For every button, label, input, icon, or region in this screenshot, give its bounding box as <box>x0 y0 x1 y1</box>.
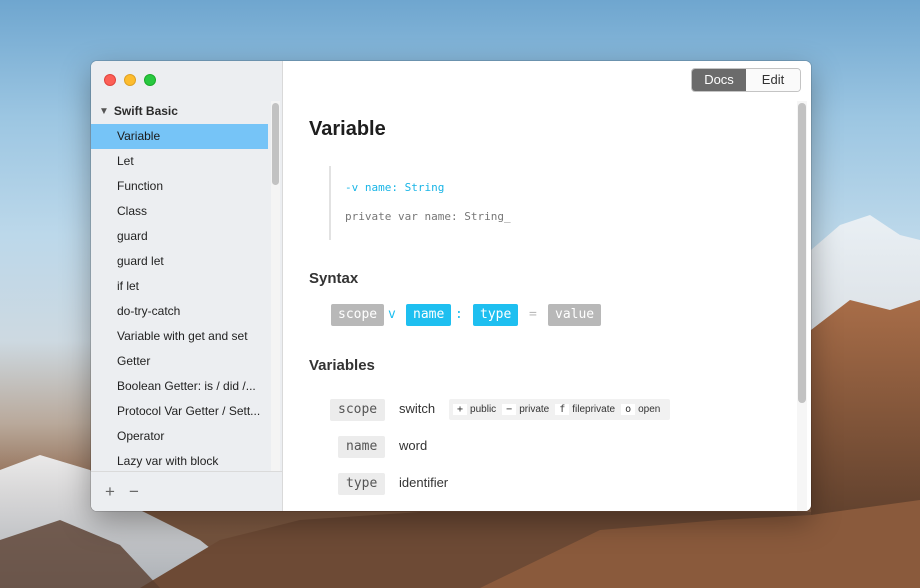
switch-label: private <box>519 404 550 415</box>
sidebar: ▼ Swift Basic Variable Let Function Clas… <box>91 61 283 511</box>
disclosure-triangle-icon[interactable]: ▼ <box>99 106 109 117</box>
code-abbreviation: -v name: String <box>345 181 445 194</box>
window-controls <box>104 74 156 86</box>
sidebar-group-title: Swift Basic <box>113 104 178 118</box>
view-mode-segmented-control: Docs Edit <box>691 68 801 92</box>
main-scrollbar-thumb[interactable] <box>798 103 806 403</box>
switch-key: + <box>453 404 468 415</box>
page-title: Variable <box>309 118 386 140</box>
code-expansion: private var name: String_ <box>345 210 511 223</box>
variables-heading: Variables <box>309 357 375 374</box>
variable-key-scope: scope <box>330 399 386 421</box>
sidebar-item-guard-let[interactable]: guard let <box>91 249 268 274</box>
edit-tab-button[interactable]: Edit <box>746 69 800 91</box>
sidebar-item-if-let[interactable]: if let <box>91 274 268 299</box>
variable-desc-name: word <box>399 438 428 453</box>
sidebar-item-guard[interactable]: guard <box>91 224 268 249</box>
sidebar-item-class[interactable]: Class <box>91 199 268 224</box>
syntax-heading: Syntax <box>309 270 359 287</box>
scope-switch-options: + public − private f fileprivate o open <box>449 399 671 420</box>
variable-desc-scope: switch <box>399 401 436 416</box>
close-window-button[interactable] <box>104 74 116 86</box>
sidebar-item-protocol-var[interactable]: Protocol Var Getter / Sett... <box>91 399 268 424</box>
variable-desc-type: identifier <box>399 475 449 490</box>
code-example-block: -v name: String private var name: String… <box>329 166 529 240</box>
syntax-token-value: value <box>548 304 602 326</box>
docs-tab-button[interactable]: Docs <box>692 69 746 91</box>
switch-key: − <box>502 404 517 415</box>
app-window: ▼ Swift Basic Variable Let Function Clas… <box>91 61 811 511</box>
sidebar-list: Variable Let Function Class guard guard … <box>91 124 268 474</box>
variable-key-type: type <box>338 473 386 495</box>
syntax-token-name: name <box>406 304 452 326</box>
add-item-button[interactable]: + <box>105 482 115 502</box>
switch-label: open <box>638 404 661 415</box>
syntax-token-colon: : <box>455 307 463 322</box>
syntax-token-scope: scope <box>331 304 385 326</box>
sidebar-footer: + − <box>91 471 282 511</box>
syntax-token-equals: = <box>529 307 537 322</box>
sidebar-group-header[interactable]: ▼ Swift Basic <box>99 104 178 118</box>
sidebar-scrollbar-thumb[interactable] <box>272 103 279 185</box>
syntax-token-type: type <box>473 304 519 326</box>
sidebar-item-getter[interactable]: Getter <box>91 349 268 374</box>
sidebar-item-let[interactable]: Let <box>91 149 268 174</box>
sidebar-item-do-try-catch[interactable]: do-try-catch <box>91 299 268 324</box>
zoom-window-button[interactable] <box>144 74 156 86</box>
switch-label: public <box>470 404 497 415</box>
sidebar-item-variable-get-set[interactable]: Variable with get and set <box>91 324 268 349</box>
main-content: Docs Edit Variable -v name: String priva… <box>284 61 811 511</box>
switch-label: fileprivate <box>572 404 616 415</box>
variable-key-name: name <box>338 436 386 458</box>
switch-key: f <box>555 404 570 415</box>
sidebar-item-operator[interactable]: Operator <box>91 424 268 449</box>
minimize-window-button[interactable] <box>124 74 136 86</box>
remove-item-button[interactable]: − <box>129 482 139 502</box>
sidebar-item-boolean-getter[interactable]: Boolean Getter: is / did /... <box>91 374 268 399</box>
switch-key: o <box>621 404 636 415</box>
sidebar-item-function[interactable]: Function <box>91 174 268 199</box>
syntax-token-v: v <box>388 307 396 322</box>
sidebar-item-variable[interactable]: Variable <box>91 124 268 149</box>
